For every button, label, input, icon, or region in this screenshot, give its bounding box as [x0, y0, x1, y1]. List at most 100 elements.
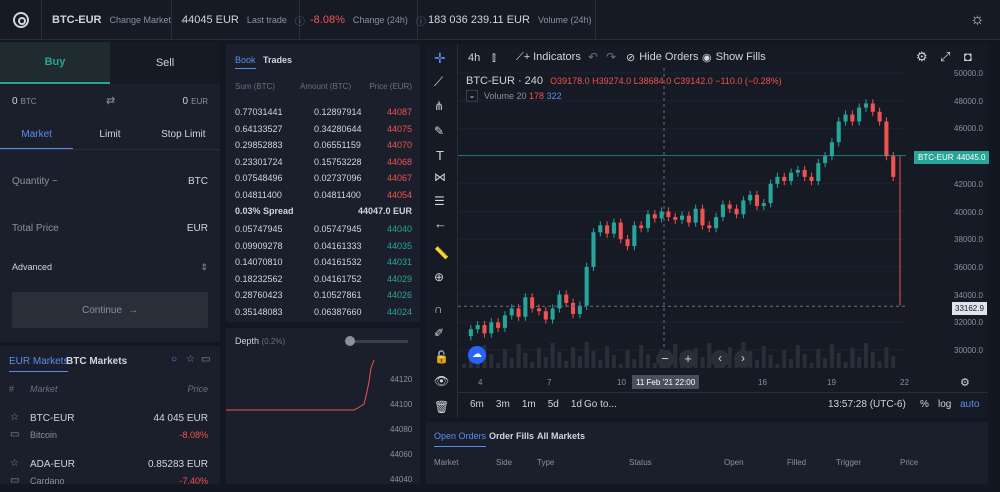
auto-toggle[interactable]: auto [960, 399, 979, 410]
candle-body [489, 322, 494, 334]
clock[interactable]: 13:57:28 (UTC-6) [828, 399, 906, 410]
price-chart: ✛ ⟋ ⋔ ✎ T ⋈ ☰ ← 📏 ⊕ ∩ ✐ 🔓 👁 🗑 4h ⫾ ⟋+ Ind… [426, 44, 990, 418]
pencil-lock-icon[interactable]: ✐ [434, 326, 444, 340]
crosshair-icon[interactable]: ✛ [434, 50, 446, 67]
range-button[interactable]: 1m [522, 399, 536, 410]
ask-sum: 0.64133527 [235, 123, 283, 134]
ruler-icon[interactable]: 📏 [434, 246, 449, 260]
tab-market[interactable]: Market [0, 120, 74, 149]
zoom-in-button[interactable]: + [679, 350, 697, 368]
swap-icon[interactable]: ⇄ [106, 94, 115, 107]
pitchfork-icon[interactable]: ⋔ [434, 99, 444, 113]
bid-price: 44029 [386, 273, 412, 284]
range-button[interactable]: 5d [548, 399, 559, 410]
camera-icon[interactable]: ◘ [964, 49, 972, 64]
trend-line-icon[interactable]: ⟋ [434, 74, 443, 90]
quantity-field[interactable]: Quantity ~ BTC [12, 176, 208, 187]
candle-type-icon[interactable]: ⫾ [492, 50, 496, 65]
candle-body [829, 142, 834, 157]
bid-row[interactable]: 0.28760423 0.10527861 44026 [226, 287, 420, 303]
total-price-field[interactable]: Total Price EUR [12, 223, 208, 234]
tab-trades[interactable]: Trades [263, 55, 292, 65]
tab-order-fills[interactable]: Order Fills [489, 431, 534, 441]
market-price: 44 045 EUR [153, 413, 208, 424]
bid-row[interactable]: 0.18232562 0.04161752 44029 [226, 271, 420, 287]
tab-btc-markets[interactable]: BTC Markets [66, 356, 127, 367]
undo-icon[interactable]: ↶ [588, 50, 598, 64]
ask-row[interactable]: 0.29852883 0.06551159 44070 [226, 137, 420, 153]
goto-button[interactable]: Go to... [584, 399, 617, 410]
eye-icon[interactable]: 👁 [434, 374, 449, 388]
tab-limit[interactable]: Limit [73, 120, 146, 149]
text-tool-icon[interactable]: T [436, 148, 444, 163]
scroll-right-button[interactable]: › [734, 350, 752, 368]
tab-all-markets[interactable]: All Markets [537, 431, 585, 441]
zoom-in-icon[interactable]: ⊕ [434, 270, 444, 284]
range-button[interactable]: 3m [496, 399, 510, 410]
interval-button[interactable]: 4h [468, 52, 480, 64]
candle-body [652, 214, 657, 219]
tab-book[interactable]: Book [235, 55, 256, 69]
bid-row[interactable]: 0.14070810 0.04161532 44031 [226, 254, 420, 270]
bid-row[interactable]: 0.35148083 0.06387660 44024 [226, 304, 420, 320]
depth-slider[interactable] [348, 340, 408, 343]
ask-row[interactable]: 0.64133527 0.34280644 44075 [226, 121, 420, 137]
market-selector[interactable]: BTC-EUR Change Market ⌄ [42, 0, 187, 40]
volume-bar [775, 364, 780, 368]
trash-icon[interactable]: 🗑 [434, 400, 449, 414]
logo[interactable] [0, 0, 42, 40]
pattern-icon[interactable]: ⋈ [434, 170, 446, 184]
sell-tab[interactable]: Sell [110, 42, 220, 84]
ask-price: 44070 [386, 140, 412, 150]
ask-row[interactable]: 0.07548496 0.02737096 44067 [226, 170, 420, 186]
arrow-left-icon[interactable]: ← [434, 216, 447, 231]
buy-tab[interactable]: Buy [0, 42, 110, 84]
fib-icon[interactable]: ☰ [434, 194, 445, 208]
advanced-toggle[interactable]: Advanced ⇕ [12, 262, 208, 273]
settings-icon[interactable]: ⚙ [916, 49, 928, 65]
bid-row[interactable]: 0.05747945 0.05747945 44040 [226, 221, 420, 237]
circle-icon[interactable]: ○ [171, 354, 177, 365]
range-button[interactable]: 1d [571, 399, 582, 410]
bid-sum: 0.35148083 [235, 306, 283, 317]
fullscreen-icon[interactable]: ⤢ [940, 49, 950, 65]
depth-slider-handle[interactable] [345, 336, 355, 346]
candle-body [659, 211, 664, 219]
cloud-icon[interactable]: ☁ [468, 346, 486, 364]
redo-icon[interactable]: ↷ [606, 50, 616, 64]
market-row[interactable]: ☆ BTC-EUR 44 045 EUR ▭ Bitcoin -8.08% [0, 410, 220, 446]
tab-open-orders[interactable]: Open Orders [434, 431, 487, 447]
continue-button[interactable]: Continue → [12, 292, 208, 328]
volume-value: 183 036 239.11 EUR [428, 14, 530, 26]
window-icon[interactable]: ▭ [201, 354, 210, 365]
indicators-button[interactable]: ⟋+ Indicators [516, 51, 581, 64]
log-toggle[interactable]: log [938, 399, 951, 410]
hide-orders-button[interactable]: ⊘ Hide Orders [626, 51, 699, 64]
brush-icon[interactable]: ✎ [434, 124, 444, 138]
volume-bar [645, 354, 651, 368]
tab-stop-limit[interactable]: Stop Limit [147, 120, 220, 149]
candle-body [700, 208, 705, 226]
lock-icon[interactable]: 🔓 [434, 350, 449, 364]
ask-row[interactable]: 0.23301724 0.15753228 44068 [226, 154, 420, 170]
market-row[interactable]: ☆ ADA-EUR 0.85283 EUR ▭ Cardano -7.40% [0, 456, 220, 492]
ask-row[interactable]: 0.04811400 0.04811400 44054 [226, 187, 420, 203]
range-button[interactable]: 6m [470, 399, 484, 410]
candlestick-area[interactable] [458, 68, 906, 368]
star-icon[interactable]: ☆ [186, 354, 195, 365]
axis-settings-icon[interactable]: ⚙ [960, 376, 970, 389]
ask-row[interactable]: 0.77031441 0.12897914 44087 [226, 104, 420, 120]
bid-row[interactable]: 0.09909278 0.04161333 44035 [226, 238, 420, 254]
percent-toggle[interactable]: % [920, 399, 929, 410]
volume-bar [496, 363, 501, 368]
ask-sum: 0.07548496 [235, 173, 283, 183]
show-fills-button[interactable]: ◉ Show Fills [702, 51, 766, 64]
magnet-icon[interactable]: ∩ [434, 302, 443, 316]
zoom-out-button[interactable]: − [656, 350, 674, 368]
volume-bar [584, 342, 589, 368]
theme-toggle-icon[interactable]: ☼ [970, 11, 985, 29]
star-icon[interactable]: ☆ [10, 458, 19, 469]
scroll-left-button[interactable]: ‹ [711, 350, 729, 368]
star-icon[interactable]: ☆ [10, 412, 19, 423]
tab-eur-markets[interactable]: EUR Markets [9, 356, 69, 372]
